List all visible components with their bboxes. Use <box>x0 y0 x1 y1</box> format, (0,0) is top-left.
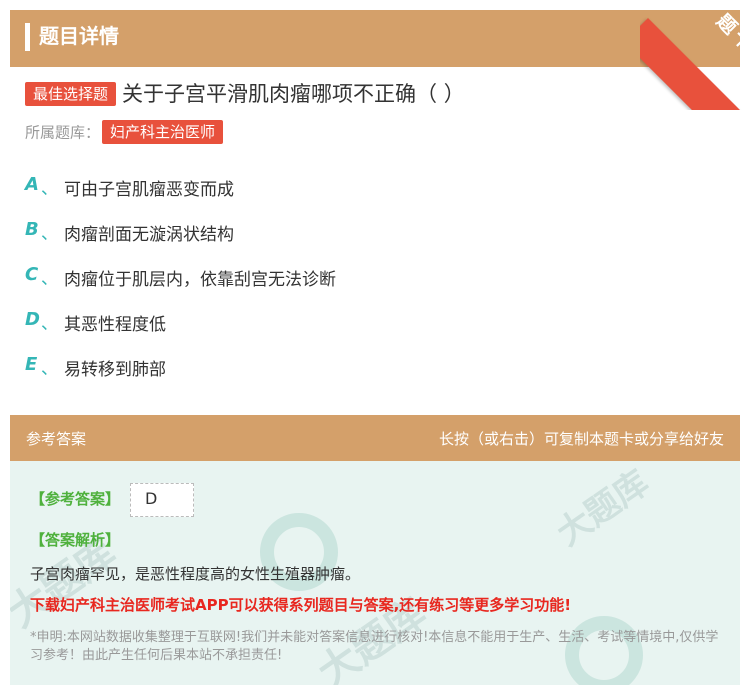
option-letter: A <box>25 174 39 195</box>
option-text: 肉瘤位于肌层内，依靠刮宫无法诊断 <box>64 270 336 290</box>
card-header: 题目详情 <box>10 10 740 67</box>
answer-body: 大题库 大题库 大题库 【参考答案】 D 【答案解析】 子宫肉瘤罕见，是恶性程度… <box>10 461 740 685</box>
bank-label: 所属题库： <box>25 123 101 142</box>
option-separator: 、 <box>41 269 58 289</box>
share-hint: 长按（或右击）可复制本题卡或分享给好友 <box>438 430 724 448</box>
question-row: 最佳选择题 关于子宫平滑肌肉瘤哪项不正确（ ） <box>25 80 465 110</box>
disclaimer: *申明:本网站数据收集整理于互联网!我们并未能对答案信息进行核对!本信息不能用于… <box>30 630 719 663</box>
option-letter: C <box>25 264 39 285</box>
watermark-text: 大题库 <box>549 462 657 555</box>
question-type-badge: 最佳选择题 <box>25 82 117 106</box>
analysis-text: 子宫肉瘤罕见，是恶性程度高的女性生殖器肿瘤。 <box>30 565 361 583</box>
option-separator: 、 <box>41 314 58 334</box>
option-text: 其恶性程度低 <box>64 315 166 335</box>
answer-box: D <box>130 483 194 517</box>
answer-section-title: 参考答案 <box>26 430 87 448</box>
answer-value: D <box>145 489 158 508</box>
option-letter: D <box>25 309 40 330</box>
option-separator: 、 <box>41 179 58 199</box>
question-bank-row: 所属题库： 妇产科主治医师 <box>25 120 224 146</box>
page-title: 题目详情 <box>39 24 119 48</box>
bank-name-link[interactable]: 妇产科主治医师 <box>102 120 224 144</box>
question-text: 关于子宫平滑肌肉瘤哪项不正确（ ） <box>122 82 465 106</box>
analysis-label: 【答案解析】 <box>30 531 121 549</box>
option-text: 易转移到肺部 <box>64 360 166 380</box>
answer-label: 【参考答案】 <box>30 490 121 508</box>
app-promo-link[interactable]: 下载妇产科主治医师考试APP可以获得系列题目与答案,还有练习等更多学习功能! <box>30 594 571 615</box>
header-accent-bar <box>25 23 30 51</box>
option-separator: 、 <box>41 359 58 379</box>
option-separator: 、 <box>41 224 58 244</box>
answer-section-header: 参考答案 长按（或右击）可复制本题卡或分享给好友 <box>10 415 740 461</box>
option-letter: E <box>25 354 38 375</box>
option-text: 可由子宫肌瘤恶变而成 <box>64 180 234 200</box>
corner-ribbon[interactable]: 题卡 <box>640 0 750 110</box>
option-letter: B <box>25 219 39 240</box>
option-text: 肉瘤剖面无漩涡状结构 <box>64 225 234 245</box>
corner-ribbon-label: 题卡 <box>711 9 750 59</box>
